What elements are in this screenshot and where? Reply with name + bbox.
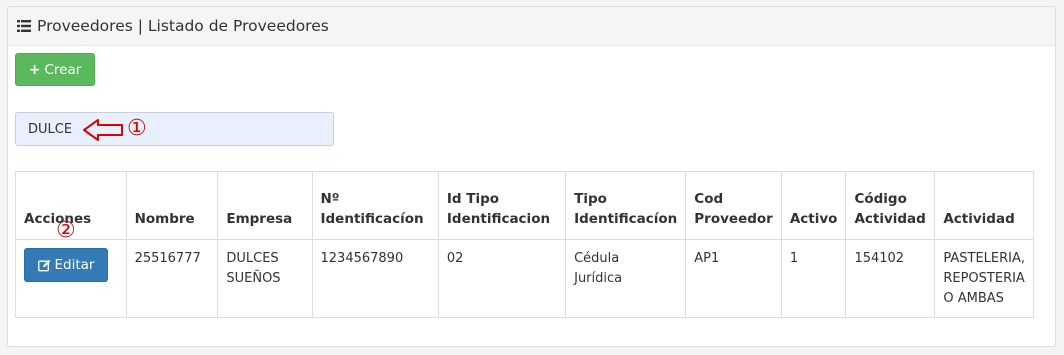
cell-actividad: PASTELERIA, REPOSTERIA O AMBAS — [934, 239, 1034, 318]
header-nombre: Nombre — [125, 171, 219, 240]
table-row: Editar 25516777 DULCES SUEÑOS 1234567890 … — [15, 239, 1034, 318]
header-empresa: Empresa — [217, 171, 313, 240]
create-button[interactable]: + Crear — [15, 53, 95, 86]
table-header-row: Acciones Nombre Empresa Nº Identificacíon… — [15, 171, 1034, 240]
cell-codigo-actividad: 154102 — [845, 239, 936, 318]
cell-activo: 1 — [780, 239, 847, 318]
cell-identificacion: 1234567890 — [311, 239, 439, 318]
header-activo: Activo — [780, 171, 847, 240]
header-actividad: Actividad — [934, 171, 1034, 240]
edit-button[interactable]: Editar — [24, 248, 108, 282]
annotation-step-2: ② — [56, 218, 76, 243]
annotation-step-1: ① — [127, 116, 147, 141]
edit-icon — [37, 259, 50, 271]
header-id-tipo: Id Tipo Identificacion — [437, 171, 567, 240]
header-tipo-identificacion: Tipo Identificacíon — [565, 171, 687, 240]
cell-empresa: DULCES SUEÑOS — [217, 239, 313, 318]
providers-table: Acciones Nombre Empresa Nº Identificacíon… — [15, 171, 1034, 318]
plus-icon: + — [28, 61, 41, 78]
panel-heading: Proveedores | Listado de Proveedores — [8, 7, 1055, 46]
cell-cod-proveedor: AP1 — [685, 239, 782, 318]
search-input[interactable] — [15, 112, 334, 146]
header-identificacion: Nº Identificacíon — [311, 171, 439, 240]
list-icon — [17, 20, 31, 32]
header-cod-proveedor: Cod Proveedor — [685, 171, 782, 240]
create-button-label: Crear — [44, 61, 82, 78]
cell-acciones: Editar — [15, 239, 127, 318]
header-codigo-actividad: Código Actividad — [845, 171, 936, 240]
cell-nombre: 25516777 — [125, 239, 219, 318]
arrow-left-icon — [83, 119, 123, 141]
cell-tipo-identificacion: Cédula Jurídica — [565, 239, 687, 318]
page-title: Proveedores | Listado de Proveedores — [37, 17, 329, 35]
edit-button-label: Editar — [54, 257, 95, 273]
cell-id-tipo: 02 — [437, 239, 567, 318]
